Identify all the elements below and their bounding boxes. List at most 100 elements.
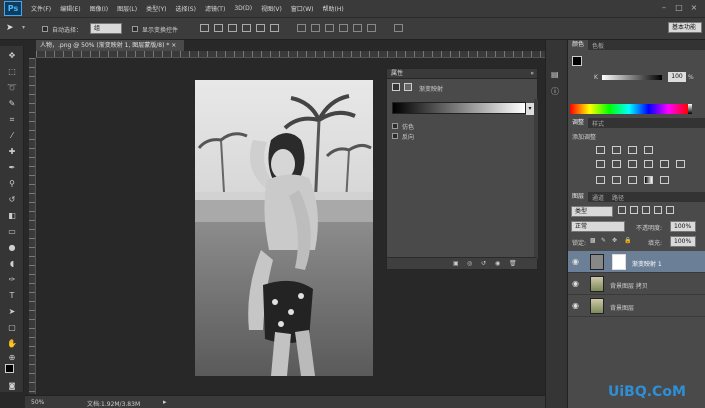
color-foreground-swatch[interactable] xyxy=(572,56,582,66)
properties-panel-header[interactable]: 属性 » xyxy=(387,69,537,79)
menu-layer[interactable]: 图层(L) xyxy=(117,4,137,13)
layer-mask-thumb[interactable] xyxy=(612,254,626,270)
black-white-icon[interactable] xyxy=(644,160,653,168)
filter-smart-object-icon[interactable] xyxy=(666,206,674,214)
layer-name[interactable]: 背景图层 xyxy=(610,303,634,312)
layer-filter-dropdown[interactable]: 类型 xyxy=(571,206,613,217)
hue-saturation-icon[interactable] xyxy=(612,160,621,168)
filter-type-icon[interactable] xyxy=(642,206,650,214)
align-vcenter-icon[interactable] xyxy=(214,24,223,32)
menu-help[interactable]: 帮助(H) xyxy=(323,4,344,13)
lasso-icon[interactable]: ➰ xyxy=(6,82,18,94)
crop-icon[interactable]: ⌗ xyxy=(6,114,18,126)
fill-input[interactable]: 100% xyxy=(670,236,696,247)
status-menu-arrow-icon[interactable]: ▸ xyxy=(163,398,167,406)
tab-swatches[interactable]: 色板 xyxy=(588,41,608,50)
tab-adjustments[interactable]: 调整 xyxy=(568,118,589,128)
menu-3d[interactable]: 3D(D) xyxy=(234,5,252,12)
gradient-icon[interactable]: ▭ xyxy=(6,226,18,238)
reverse-checkbox[interactable] xyxy=(392,133,398,139)
selective-color-icon[interactable] xyxy=(660,176,669,184)
delete-icon[interactable]: 🗑 xyxy=(509,260,517,267)
view-previous-icon[interactable]: ◎ xyxy=(467,260,472,267)
menu-type[interactable]: 类型(Y) xyxy=(146,4,166,13)
layer-row-background[interactable]: ◉ 背景图层 xyxy=(568,295,705,317)
levels-icon[interactable] xyxy=(612,146,621,154)
align-bottom-icon[interactable] xyxy=(228,24,237,32)
close-button[interactable]: × xyxy=(688,3,700,13)
layer-visibility-eye-icon[interactable]: ◉ xyxy=(572,257,582,267)
distribute-hcenter-icon[interactable] xyxy=(353,24,362,32)
lock-pixels-icon[interactable]: ✎ xyxy=(601,237,606,244)
menu-select[interactable]: 选择(S) xyxy=(175,4,196,13)
align-left-icon[interactable] xyxy=(242,24,251,32)
photo-filter-icon[interactable] xyxy=(660,160,669,168)
document-canvas-image[interactable] xyxy=(195,80,373,376)
k-value-input[interactable]: 100 xyxy=(668,72,686,82)
threshold-icon[interactable] xyxy=(628,176,637,184)
eyedropper-icon[interactable]: ⁄ xyxy=(6,130,18,142)
panel-collapse-icon[interactable]: » xyxy=(530,69,534,79)
zoom-icon[interactable]: ⊕ xyxy=(6,352,18,364)
distribute-right-icon[interactable] xyxy=(367,24,376,32)
auto-select-dropdown[interactable]: 组 xyxy=(90,23,122,34)
marquee-icon[interactable]: ⬚ xyxy=(6,66,18,78)
reset-icon[interactable]: ↺ xyxy=(481,260,486,267)
zoom-level[interactable]: 50% xyxy=(31,399,44,406)
filter-adjustment-icon[interactable] xyxy=(630,206,638,214)
maximize-button[interactable]: □ xyxy=(673,3,685,13)
layer-visibility-eye-icon[interactable]: ◉ xyxy=(572,279,582,289)
visibility-icon[interactable]: ◉ xyxy=(495,260,500,267)
distribute-top-icon[interactable] xyxy=(297,24,306,32)
workspace-dropdown[interactable]: 基本功能 xyxy=(668,22,702,33)
lock-transparency-icon[interactable]: ▩ xyxy=(590,237,596,244)
minimize-button[interactable]: – xyxy=(658,3,670,13)
tool-preset-arrow-icon[interactable]: ▾ xyxy=(22,24,25,31)
dodge-icon[interactable]: ◖ xyxy=(6,258,18,270)
type-icon[interactable]: T xyxy=(6,290,18,302)
document-info[interactable]: 文档:1.92M/3.83M xyxy=(87,399,140,408)
invert-icon[interactable] xyxy=(596,176,605,184)
distribute-bottom-icon[interactable] xyxy=(325,24,334,32)
menu-filter[interactable]: 滤镜(T) xyxy=(205,4,225,13)
hand-icon[interactable]: ✋ xyxy=(6,338,18,350)
properties-scrollbar[interactable] xyxy=(534,99,538,259)
opacity-input[interactable]: 100% xyxy=(670,221,696,232)
align-top-icon[interactable] xyxy=(200,24,209,32)
brush-icon[interactable]: ✒ xyxy=(6,162,18,174)
bw-ramp[interactable] xyxy=(688,104,692,114)
layer-visibility-eye-icon[interactable]: ◉ xyxy=(572,301,582,311)
filter-shape-icon[interactable] xyxy=(654,206,662,214)
quick-mask-icon[interactable]: ◙ xyxy=(6,380,18,392)
history-panel-icon[interactable]: ▤ xyxy=(551,70,559,79)
info-panel-icon[interactable]: ⓘ xyxy=(551,86,559,97)
distribute-left-icon[interactable] xyxy=(339,24,348,32)
clone-stamp-icon[interactable]: ⚲ xyxy=(6,178,18,190)
tab-channels[interactable]: 通道 xyxy=(588,193,608,202)
tab-layers[interactable]: 图层 xyxy=(568,192,589,202)
menu-view[interactable]: 视图(V) xyxy=(261,4,282,13)
auto-select-checkbox[interactable] xyxy=(42,26,48,32)
foreground-color-swatch[interactable] xyxy=(5,364,14,373)
show-transform-checkbox[interactable] xyxy=(132,26,138,32)
distribute-vcenter-icon[interactable] xyxy=(311,24,320,32)
pen-icon[interactable]: ✑ xyxy=(6,274,18,286)
rectangle-icon[interactable]: ▢ xyxy=(6,322,18,334)
clip-to-layer-icon[interactable]: ▣ xyxy=(453,260,459,267)
vertical-ruler[interactable] xyxy=(29,58,36,394)
history-brush-icon[interactable]: ↺ xyxy=(6,194,18,206)
posterize-icon[interactable] xyxy=(612,176,621,184)
menu-file[interactable]: 文件(F) xyxy=(31,4,51,13)
lock-position-icon[interactable]: ✥ xyxy=(612,237,617,244)
menu-image[interactable]: 图像(I) xyxy=(90,4,108,13)
exposure-icon[interactable] xyxy=(644,146,653,154)
gradient-preview[interactable] xyxy=(392,102,526,114)
align-right-icon[interactable] xyxy=(270,24,279,32)
mask-icon[interactable] xyxy=(404,83,412,91)
color-balance-icon[interactable] xyxy=(628,160,637,168)
document-tab[interactable]: 人物，.png @ 50% (渐变映射 1, 图层蒙版/8) * × xyxy=(36,40,184,51)
gradient-map-icon[interactable] xyxy=(644,176,653,184)
menu-window[interactable]: 窗口(W) xyxy=(291,4,314,13)
blend-mode-dropdown[interactable]: 正常 xyxy=(571,221,625,232)
dither-checkbox[interactable] xyxy=(392,123,398,129)
